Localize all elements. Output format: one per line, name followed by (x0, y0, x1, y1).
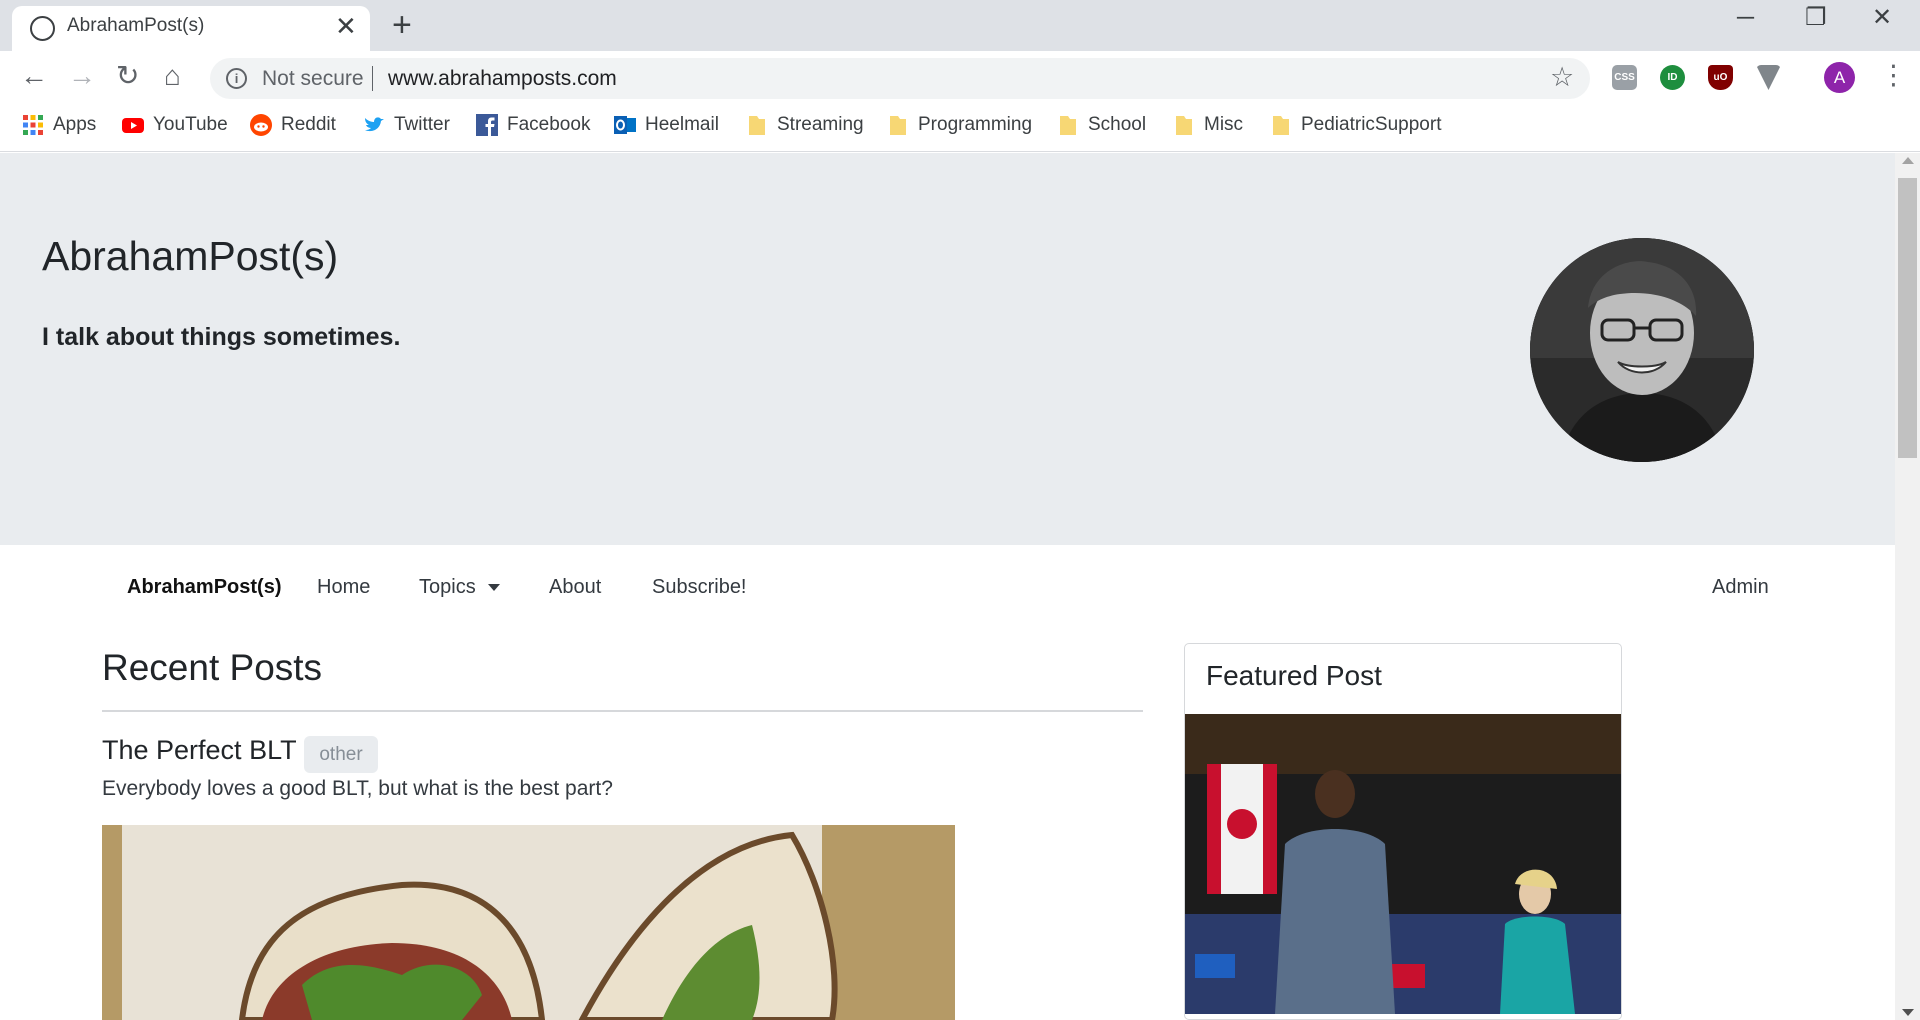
post-excerpt: Everybody loves a good BLT, but what is … (102, 777, 613, 800)
bookmark-label: PediatricSupport (1301, 114, 1442, 135)
browser-tabstrip: AbrahamPost(s) ✕ + ─ ❐ ✕ (0, 0, 1920, 51)
hero-jumbotron: AbrahamPost(s) I talk about things somet… (0, 153, 1895, 545)
bookmark-label: Streaming (777, 114, 864, 135)
post-title[interactable]: The Perfect BLT (102, 735, 297, 766)
profile-avatar-button[interactable]: A (1824, 62, 1855, 93)
info-icon[interactable]: i (226, 68, 247, 89)
page-viewport: AbrahamPost(s) I talk about things somet… (0, 153, 1895, 1020)
forward-button[interactable]: → (68, 62, 96, 90)
bookmark-label: Apps (53, 114, 97, 135)
vimium-extension-icon[interactable] (1756, 65, 1781, 90)
bookmark-folder-misc[interactable]: Misc (1173, 114, 1243, 142)
navbar-brand[interactable]: AbrahamPost(s) (127, 576, 281, 599)
reload-button[interactable]: ↻ (116, 62, 139, 90)
twitter-icon (365, 117, 384, 132)
facebook-icon (476, 114, 498, 136)
folder-icon (890, 116, 906, 135)
css-extension-icon[interactable]: CSS (1612, 65, 1637, 90)
tab-title: AbrahamPost(s) (67, 15, 205, 36)
post-image-blt-sandwich[interactable] (102, 825, 955, 1020)
browser-toolbar: ← → ↻ ⌂ i Not secure www.abrahamposts.co… (0, 51, 1920, 104)
url-text[interactable]: www.abrahamposts.com (388, 67, 617, 91)
nav-link-about[interactable]: About (549, 576, 601, 599)
folder-icon (749, 116, 765, 135)
bookmark-reddit[interactable]: Reddit (250, 114, 336, 142)
bookmark-heelmail[interactable]: Heelmail (614, 114, 719, 142)
folder-icon (1273, 116, 1289, 135)
minimize-window-button[interactable]: ─ (1737, 6, 1754, 30)
bookmark-folder-pediatricsupport[interactable]: PediatricSupport (1270, 114, 1441, 142)
page-scrollbar[interactable] (1895, 153, 1920, 1020)
bookmark-label: Misc (1204, 114, 1244, 135)
folder-icon (1176, 116, 1192, 135)
home-button[interactable]: ⌂ (164, 62, 181, 90)
outlook-icon (614, 116, 636, 134)
rally-photo-image (1185, 714, 1621, 1014)
site-tagline: I talk about things sometimes. (42, 323, 401, 351)
ublock-extension-icon[interactable]: uO (1708, 65, 1733, 90)
post-tag-badge[interactable]: other (304, 736, 378, 773)
bookmark-twitter[interactable]: Twitter (363, 114, 450, 142)
restore-window-button[interactable]: ❐ (1805, 6, 1827, 30)
new-tab-button[interactable]: + (392, 8, 412, 42)
bookmark-label: Facebook (507, 114, 591, 135)
close-window-button[interactable]: ✕ (1872, 6, 1892, 30)
bookmark-label: School (1088, 114, 1147, 135)
recent-posts-heading: Recent Posts (102, 647, 323, 688)
bookmark-folder-programming[interactable]: Programming (887, 114, 1032, 142)
scroll-up-arrow-icon[interactable] (1902, 157, 1914, 164)
back-button[interactable]: ← (20, 62, 48, 90)
section-divider (102, 710, 1143, 712)
bookmark-star-icon[interactable]: ☆ (1550, 62, 1574, 93)
featured-post-image[interactable] (1185, 714, 1621, 1014)
reddit-icon (250, 114, 272, 136)
browser-menu-icon[interactable]: ⋮ (1880, 60, 1907, 91)
nav-dropdown-topics[interactable]: Topics (419, 576, 500, 599)
apps-grid-icon (23, 115, 43, 135)
scroll-down-arrow-icon[interactable] (1902, 1009, 1914, 1016)
bookmark-folder-school[interactable]: School (1057, 114, 1146, 142)
id-extension-icon[interactable]: ID (1660, 65, 1685, 90)
featured-post-card[interactable]: Featured Post (1184, 643, 1622, 1020)
address-bar[interactable]: i Not secure www.abrahamposts.com ☆ (210, 58, 1590, 99)
folder-icon (1060, 116, 1076, 135)
bookmark-apps[interactable]: Apps (22, 114, 96, 142)
site-navbar: AbrahamPost(s) Home Topics About Subscri… (0, 545, 1895, 645)
bookmark-label: Programming (918, 114, 1033, 135)
profile-photo (1530, 238, 1754, 462)
scrollbar-thumb[interactable] (1898, 178, 1917, 458)
bookmark-youtube[interactable]: YouTube (122, 114, 228, 142)
nav-link-admin[interactable]: Admin (1712, 576, 1769, 599)
bookmark-label: YouTube (153, 114, 228, 135)
omnibox-divider (372, 66, 373, 91)
nav-link-subscribe[interactable]: Subscribe! (652, 576, 747, 599)
close-tab-icon[interactable]: ✕ (335, 13, 357, 39)
bookmark-facebook[interactable]: Facebook (476, 114, 590, 142)
bookmark-folder-streaming[interactable]: Streaming (746, 114, 864, 142)
youtube-icon (122, 118, 144, 133)
bookmark-label: Twitter (394, 114, 450, 135)
security-label: Not secure (262, 67, 364, 90)
nav-link-home[interactable]: Home (317, 576, 370, 599)
nav-topics-label: Topics (419, 576, 476, 598)
bookmark-label: Reddit (281, 114, 336, 135)
bookmark-label: Heelmail (645, 114, 719, 135)
site-favicon-icon (30, 16, 55, 41)
profile-portrait-image (1530, 238, 1754, 462)
chevron-down-icon (487, 584, 500, 592)
featured-post-heading: Featured Post (1206, 660, 1382, 691)
bookmarks-bar: Apps YouTube Reddit Twitter Facebook Hee… (0, 104, 1920, 152)
browser-tab[interactable]: AbrahamPost(s) ✕ (12, 6, 370, 51)
site-title: AbrahamPost(s) (42, 233, 339, 279)
blt-sandwich-image (102, 825, 955, 1020)
